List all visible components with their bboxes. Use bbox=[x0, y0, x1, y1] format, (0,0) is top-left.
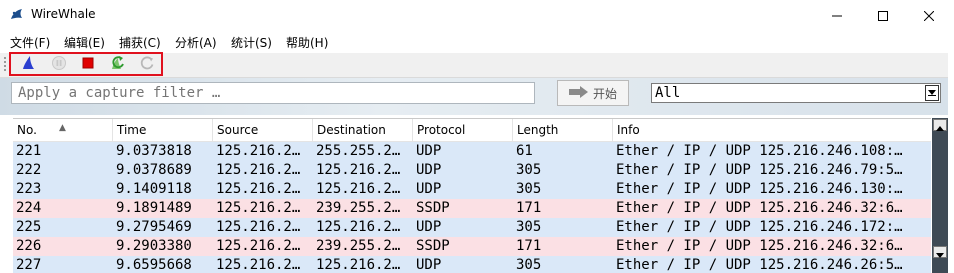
column-header-length[interactable]: Length bbox=[513, 119, 613, 141]
cell-info: Ether / IP / UDP 125.216.246.32:6… bbox=[616, 200, 903, 216]
cell-no: 221 bbox=[16, 143, 42, 159]
cell-length: 61 bbox=[516, 143, 533, 159]
capture-filter-input[interactable] bbox=[11, 82, 535, 104]
cell-destination: 125.216.2… bbox=[316, 257, 401, 273]
cell-info: Ether / IP / UDP 125.216.246.32:6… bbox=[616, 238, 903, 254]
cell-time: 9.2903380 bbox=[116, 238, 192, 254]
cell-no: 227 bbox=[16, 257, 42, 273]
cell-length: 305 bbox=[516, 181, 542, 197]
cell-time: 9.6595668 bbox=[116, 257, 192, 273]
toolbar-grip[interactable] bbox=[4, 57, 6, 73]
chevron-down-icon[interactable] bbox=[925, 85, 939, 101]
chevron-up-icon bbox=[936, 116, 944, 135]
cell-length: 171 bbox=[516, 238, 542, 254]
title-bar: WireWhale bbox=[0, 0, 954, 30]
cell-source: 125.216.2… bbox=[216, 257, 301, 273]
cell-source: 125.216.2… bbox=[216, 219, 301, 235]
menu-edit[interactable]: 编辑(E) bbox=[64, 34, 105, 51]
cell-protocol: UDP bbox=[416, 181, 442, 197]
interface-select[interactable]: All bbox=[651, 83, 941, 103]
table-row[interactable]: 224 9.1891489 125.216.2… 239.255.2… SSDP 171 E… bbox=[13, 199, 931, 218]
scroll-down-button[interactable] bbox=[933, 246, 947, 258]
close-icon bbox=[923, 6, 935, 25]
cell-time: 9.1409118 bbox=[116, 181, 192, 197]
sort-ascending-icon: ▲ bbox=[59, 123, 66, 133]
cell-length: 171 bbox=[516, 200, 542, 216]
column-header-protocol[interactable]: Protocol bbox=[413, 119, 513, 141]
menu-statistics[interactable]: 统计(S) bbox=[231, 34, 272, 51]
cell-source: 125.216.2… bbox=[216, 143, 301, 159]
cell-destination: 255.255.2… bbox=[316, 143, 401, 159]
cell-time: 9.1891489 bbox=[116, 200, 192, 216]
menu-bar: 文件(F) 编辑(E) 捕获(C) 分析(A) 统计(S) 帮助(H) bbox=[0, 32, 954, 52]
table-row[interactable]: 225 9.2795469 125.216.2… 125.216.2… UDP 305 Et… bbox=[13, 218, 931, 237]
cell-info: Ether / IP / UDP 125.216.246.108:… bbox=[616, 143, 903, 159]
cell-destination: 125.216.2… bbox=[316, 181, 401, 197]
cell-source: 125.216.2… bbox=[216, 238, 301, 254]
cell-length: 305 bbox=[516, 219, 542, 235]
cell-no: 225 bbox=[16, 219, 42, 235]
window-title: WireWhale bbox=[31, 7, 96, 21]
table-row[interactable]: 227 9.6595668 125.216.2… 125.216.2… UDP 305 Et… bbox=[13, 256, 931, 273]
minimize-button[interactable] bbox=[814, 0, 860, 30]
column-header-time[interactable]: Time bbox=[113, 119, 213, 141]
menu-file[interactable]: 文件(F) bbox=[10, 34, 50, 51]
maximize-icon bbox=[878, 6, 888, 25]
vertical-scrollbar[interactable] bbox=[932, 118, 948, 273]
packet-list-table: No. ▲ Time Source Destination Protocol L… bbox=[13, 118, 931, 273]
cell-protocol: SSDP bbox=[416, 200, 450, 216]
cell-destination: 125.216.2… bbox=[316, 219, 401, 235]
start-button[interactable]: 开始 bbox=[557, 80, 629, 106]
cell-time: 9.0373818 bbox=[116, 143, 192, 159]
maximize-button[interactable] bbox=[860, 0, 906, 30]
column-header-no[interactable]: No. ▲ bbox=[13, 119, 113, 141]
window-border bbox=[948, 0, 954, 273]
cell-length: 305 bbox=[516, 257, 542, 273]
menu-help[interactable]: 帮助(H) bbox=[286, 34, 328, 51]
toolbar-highlight-box bbox=[9, 52, 163, 76]
cell-info: Ether / IP / UDP 125.216.246.79:5… bbox=[616, 162, 903, 178]
cell-source: 125.216.2… bbox=[216, 181, 301, 197]
cell-protocol: UDP bbox=[416, 143, 442, 159]
chevron-down-icon bbox=[936, 243, 944, 262]
main-window: WireWhale 文件(F) 编辑(E) 捕获(C) 分析(A) 统计(S) … bbox=[0, 0, 954, 273]
app-logo-icon bbox=[9, 7, 25, 23]
cell-no: 224 bbox=[16, 200, 42, 216]
start-button-label: 开始 bbox=[592, 86, 617, 101]
table-row[interactable]: 221 9.0373818 125.216.2… 255.255.2… UDP 61 Eth… bbox=[13, 142, 931, 161]
column-header-source[interactable]: Source bbox=[213, 119, 313, 141]
cell-destination: 239.255.2… bbox=[316, 200, 401, 216]
menu-analyze[interactable]: 分析(A) bbox=[175, 34, 217, 51]
cell-info: Ether / IP / UDP 125.216.246.26:5… bbox=[616, 257, 903, 273]
cell-destination: 125.216.2… bbox=[316, 162, 401, 178]
cell-info: Ether / IP / UDP 125.216.246.130:… bbox=[616, 181, 903, 197]
column-header-info[interactable]: Info bbox=[613, 119, 931, 141]
cell-protocol: UDP bbox=[416, 257, 442, 273]
close-button[interactable] bbox=[906, 0, 952, 30]
cell-protocol: SSDP bbox=[416, 238, 450, 254]
cell-no: 222 bbox=[16, 162, 42, 178]
cell-protocol: UDP bbox=[416, 162, 442, 178]
cell-protocol: UDP bbox=[416, 219, 442, 235]
table-header: No. ▲ Time Source Destination Protocol L… bbox=[13, 119, 931, 142]
cell-time: 9.2795469 bbox=[116, 219, 192, 235]
column-header-destination[interactable]: Destination bbox=[313, 119, 413, 141]
cell-length: 305 bbox=[516, 162, 542, 178]
table-row[interactable]: 226 9.2903380 125.216.2… 239.255.2… SSDP 171 E… bbox=[13, 237, 931, 256]
arrow-right-icon bbox=[568, 85, 589, 101]
cell-info: Ether / IP / UDP 125.216.246.172:… bbox=[616, 219, 903, 235]
table-row[interactable]: 223 9.1409118 125.216.2… 125.216.2… UDP 305 Et… bbox=[13, 180, 931, 199]
menu-capture[interactable]: 捕获(C) bbox=[119, 34, 161, 51]
cell-no: 223 bbox=[16, 181, 42, 197]
cell-time: 9.0378689 bbox=[116, 162, 192, 178]
cell-source: 125.216.2… bbox=[216, 162, 301, 178]
table-row[interactable]: 222 9.0378689 125.216.2… 125.216.2… UDP 305 Et… bbox=[13, 161, 931, 180]
scroll-up-button[interactable] bbox=[933, 119, 947, 131]
cell-no: 226 bbox=[16, 238, 42, 254]
cell-destination: 239.255.2… bbox=[316, 238, 401, 254]
cell-source: 125.216.2… bbox=[216, 200, 301, 216]
minimize-icon bbox=[832, 6, 842, 25]
interface-select-value: All bbox=[655, 85, 681, 101]
